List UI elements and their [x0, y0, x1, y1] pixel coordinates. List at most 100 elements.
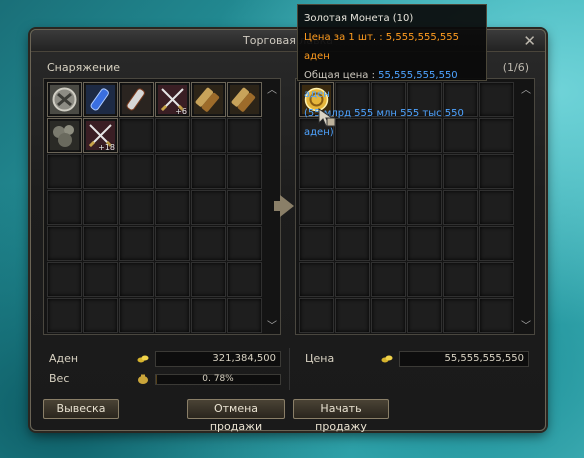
- inventory-slot[interactable]: [119, 298, 154, 333]
- inventory-slot[interactable]: +18: [83, 118, 118, 153]
- footer-divider: [289, 348, 290, 390]
- inventory-slot[interactable]: [479, 154, 514, 189]
- inventory-slot[interactable]: [407, 262, 442, 297]
- inventory-slot[interactable]: [299, 298, 334, 333]
- shield-emblem-icon: [50, 85, 79, 114]
- inventory-slot[interactable]: +6: [155, 82, 190, 117]
- inventory-slot[interactable]: [155, 226, 190, 261]
- inventory-slot[interactable]: [371, 262, 406, 297]
- inventory-slot[interactable]: [47, 82, 82, 117]
- inventory-slot[interactable]: [47, 154, 82, 189]
- inventory-slot[interactable]: [191, 226, 226, 261]
- inventory-slot[interactable]: [335, 154, 370, 189]
- inventory-slot[interactable]: [335, 190, 370, 225]
- scroll-down-icon[interactable]: ﹀: [520, 317, 532, 332]
- inventory-slot[interactable]: [407, 190, 442, 225]
- inventory-slot[interactable]: [335, 262, 370, 297]
- inventory-slot[interactable]: [299, 262, 334, 297]
- price-field[interactable]: 55,555,555,550: [399, 351, 529, 367]
- inventory-slot[interactable]: [335, 298, 370, 333]
- inventory-slot[interactable]: [119, 262, 154, 297]
- adena-coin-icon: [137, 355, 149, 363]
- inventory-slot[interactable]: [191, 190, 226, 225]
- tooltip-item-name: Золотая Монета (10): [304, 13, 414, 24]
- weight-label: Вес: [49, 372, 70, 385]
- inventory-slot[interactable]: [443, 226, 478, 261]
- inventory-slot[interactable]: [299, 226, 334, 261]
- inventory-slot[interactable]: [191, 154, 226, 189]
- inventory-slot[interactable]: [335, 226, 370, 261]
- scroll-up-icon[interactable]: ︿: [520, 81, 532, 96]
- inventory-slot[interactable]: [443, 190, 478, 225]
- price-coin-icon: [381, 355, 393, 363]
- inventory-slot[interactable]: [191, 262, 226, 297]
- inventory-slot[interactable]: [407, 298, 442, 333]
- item-enchant-count: +6: [175, 107, 187, 116]
- inventory-slot[interactable]: [299, 154, 334, 189]
- inventory-slot[interactable]: [227, 226, 262, 261]
- inventory-slot[interactable]: [227, 82, 262, 117]
- transfer-arrow-icon: [280, 195, 294, 217]
- inventory-slot[interactable]: [227, 298, 262, 333]
- inventory-slot[interactable]: [479, 82, 514, 117]
- page-indicator: (1/6): [502, 61, 529, 74]
- inventory-slot[interactable]: [47, 262, 82, 297]
- weight-value: 0. 78%: [202, 374, 234, 384]
- inventory-slot[interactable]: [155, 154, 190, 189]
- inventory-slot[interactable]: [371, 298, 406, 333]
- mouse-cursor-icon: [318, 108, 336, 127]
- inventory-slot[interactable]: [371, 154, 406, 189]
- sign-button[interactable]: Вывеска: [43, 399, 119, 419]
- inventory-slot[interactable]: [479, 298, 514, 333]
- inventory-slot[interactable]: [227, 154, 262, 189]
- inventory-slot[interactable]: [191, 118, 226, 153]
- inventory-slot[interactable]: [155, 262, 190, 297]
- inventory-slot[interactable]: [83, 298, 118, 333]
- inventory-slot[interactable]: [47, 298, 82, 333]
- inventory-slot[interactable]: [443, 154, 478, 189]
- inventory-slot[interactable]: [47, 190, 82, 225]
- inventory-slot[interactable]: [479, 118, 514, 153]
- equipment-label: Снаряжение: [47, 61, 120, 74]
- inventory-slot[interactable]: [371, 226, 406, 261]
- close-icon[interactable]: ✕: [523, 32, 536, 50]
- scroll-up-icon[interactable]: ︿: [266, 81, 278, 96]
- inventory-slot[interactable]: [479, 226, 514, 261]
- start-sale-button[interactable]: Начать продажу: [293, 399, 389, 433]
- inventory-slot[interactable]: [227, 118, 262, 153]
- inventory-slot[interactable]: [119, 190, 154, 225]
- inventory-slot[interactable]: [47, 118, 82, 153]
- inventory-slot[interactable]: [119, 82, 154, 117]
- tooltip-unit-price: Цена за 1 шт. : 5,555,555,555 аден: [304, 32, 459, 62]
- shop-scrollbar[interactable]: ︿ ﹀: [520, 81, 532, 332]
- inventory-grid: +6 +18 ︿ ﹀: [43, 78, 281, 335]
- inventory-slot[interactable]: [119, 154, 154, 189]
- scroll-down-icon[interactable]: ﹀: [266, 317, 278, 332]
- inventory-slot[interactable]: [227, 262, 262, 297]
- inventory-slot[interactable]: [407, 226, 442, 261]
- inventory-slot[interactable]: [443, 262, 478, 297]
- inventory-slot[interactable]: [479, 262, 514, 297]
- scroll-bundle-icon: [230, 85, 259, 114]
- inventory-slot[interactable]: [47, 226, 82, 261]
- inventory-slot[interactable]: [191, 82, 226, 117]
- inventory-slot[interactable]: [479, 190, 514, 225]
- inventory-slot[interactable]: [407, 154, 442, 189]
- inventory-slot[interactable]: [83, 262, 118, 297]
- cancel-sale-button[interactable]: Отмена продажи: [187, 399, 285, 433]
- inventory-slot[interactable]: [155, 118, 190, 153]
- inventory-slot[interactable]: [83, 154, 118, 189]
- inventory-slot[interactable]: [227, 190, 262, 225]
- inventory-slot[interactable]: [83, 226, 118, 261]
- weight-fill: [156, 375, 157, 384]
- inventory-slot[interactable]: [119, 118, 154, 153]
- inventory-slot[interactable]: [299, 190, 334, 225]
- inventory-slot[interactable]: [155, 190, 190, 225]
- inventory-slot[interactable]: [119, 226, 154, 261]
- inventory-slot[interactable]: [191, 298, 226, 333]
- inventory-slot[interactable]: [155, 298, 190, 333]
- inventory-slot[interactable]: [371, 190, 406, 225]
- inventory-slot[interactable]: [443, 298, 478, 333]
- inventory-slot[interactable]: [83, 190, 118, 225]
- inventory-slot[interactable]: [83, 82, 118, 117]
